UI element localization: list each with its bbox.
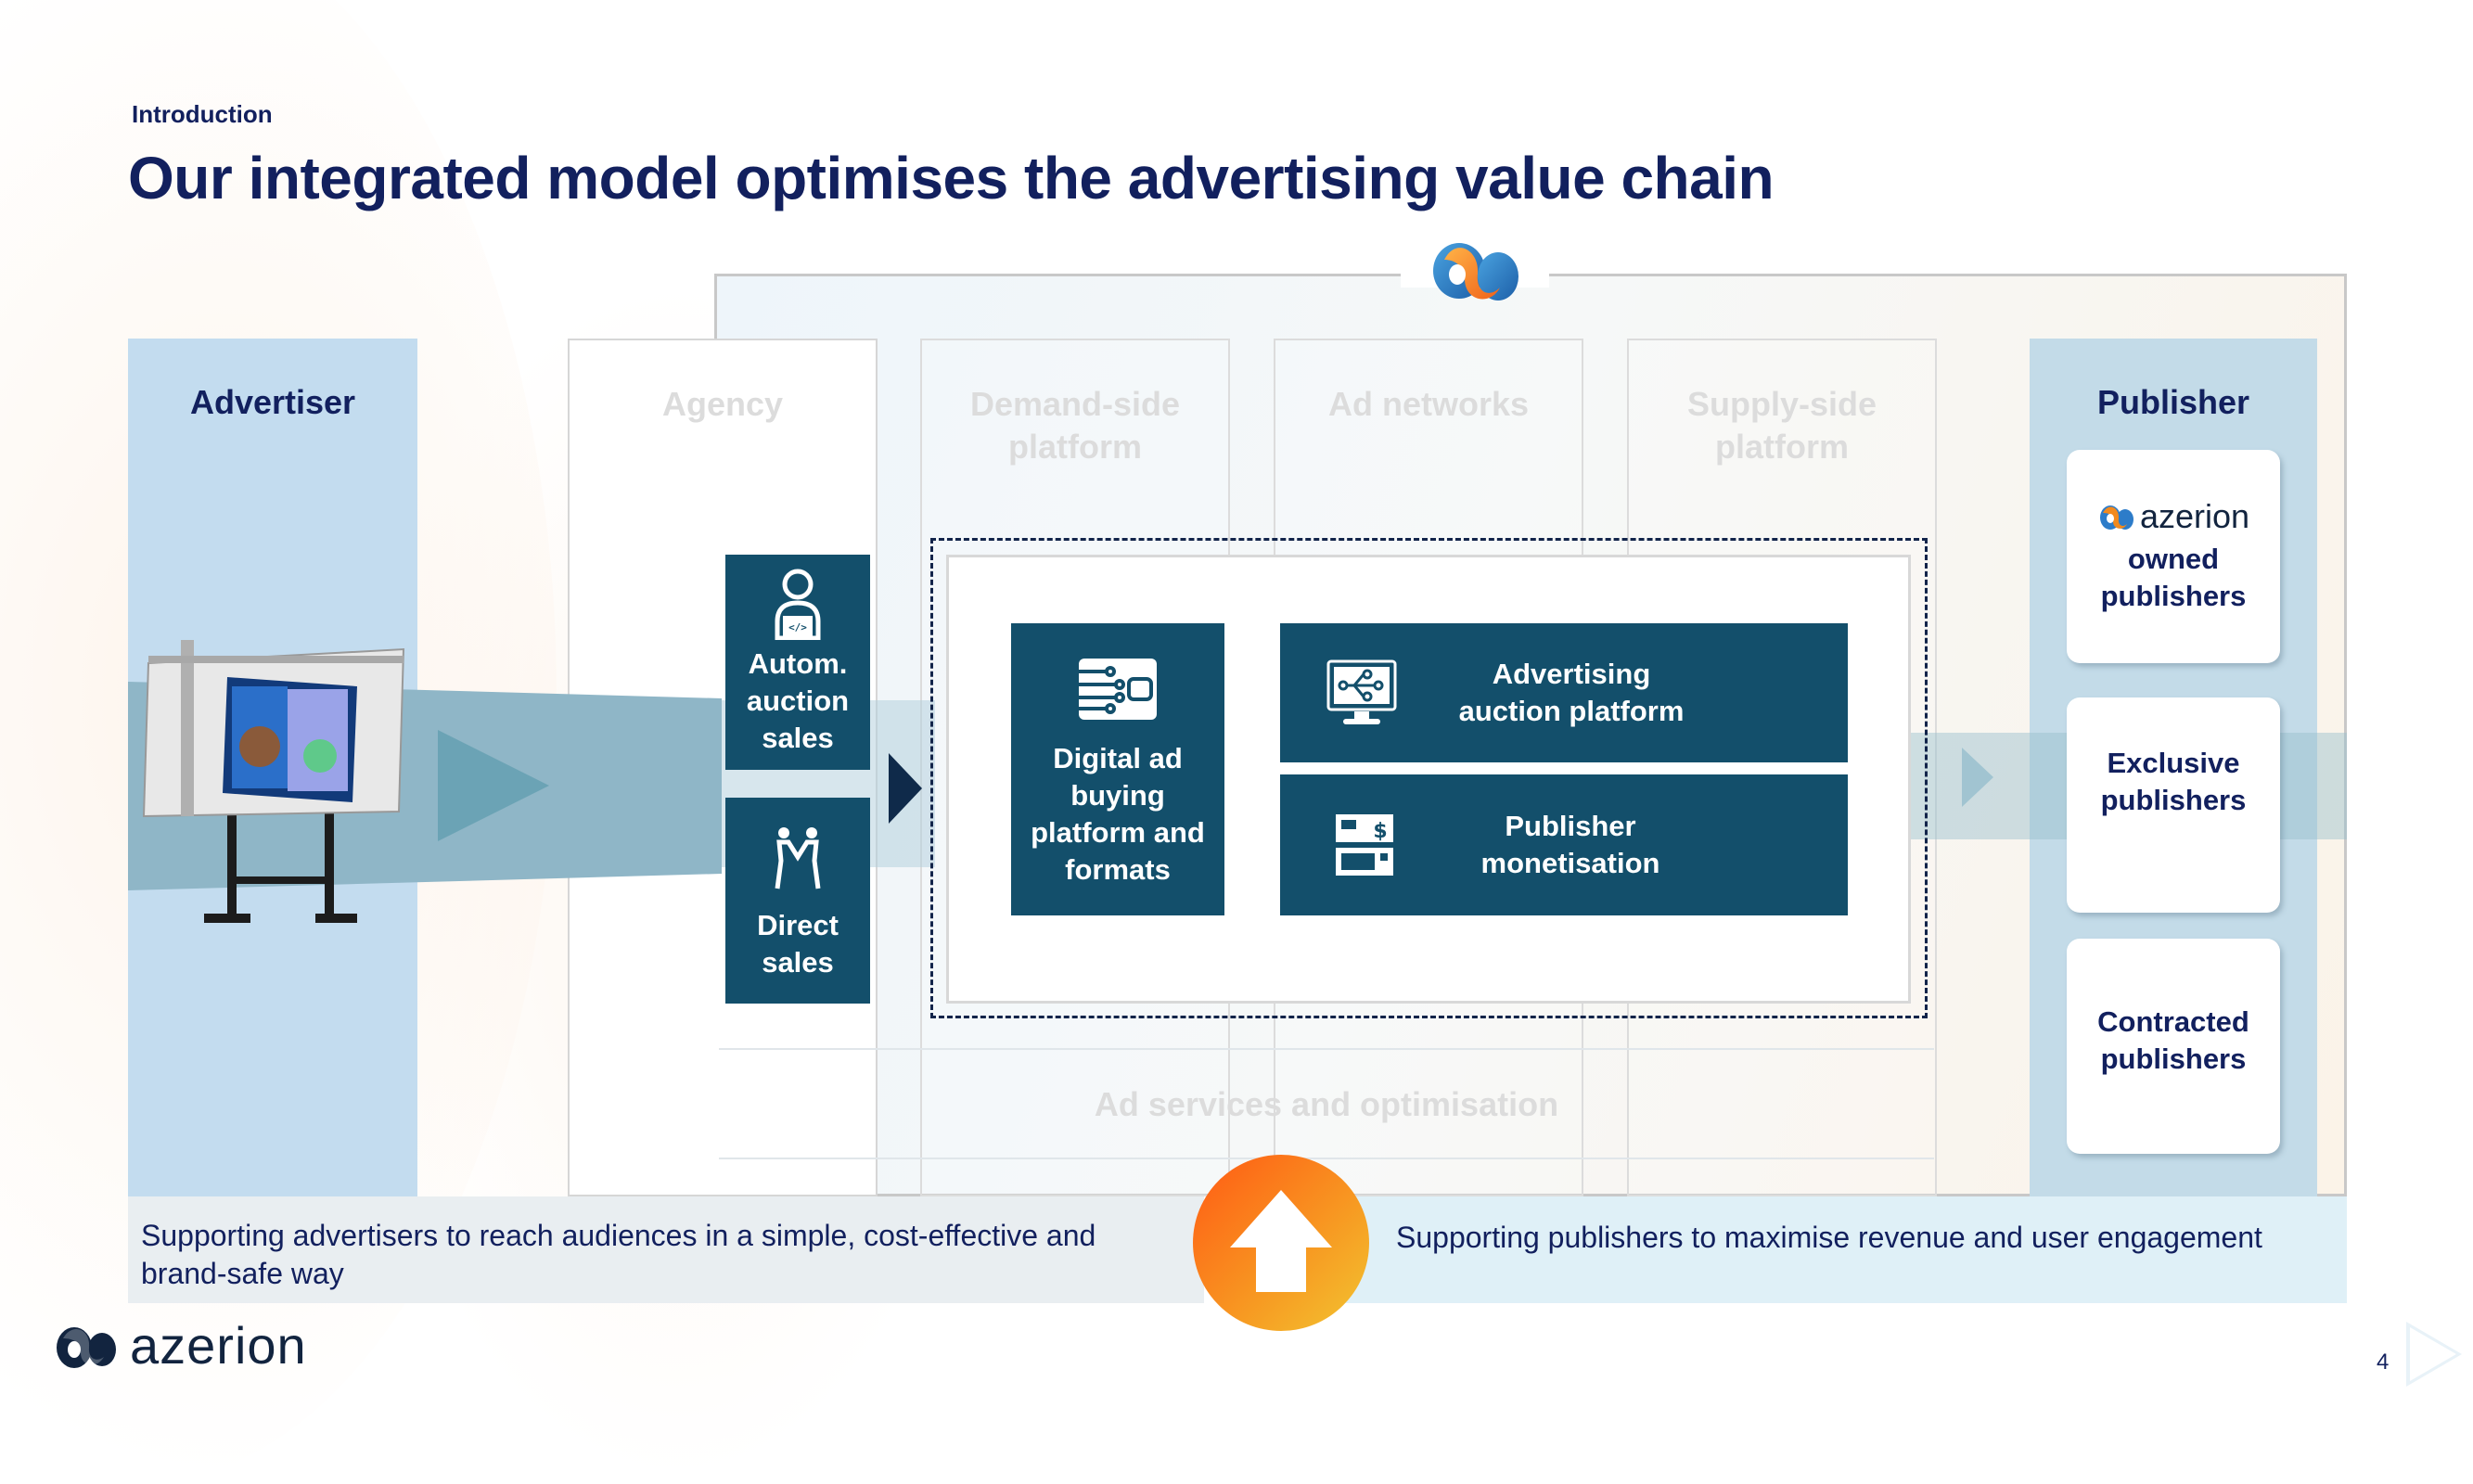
owned-publishers-card: azerion owned publishers: [2067, 450, 2280, 663]
digital-label-line3: platform and: [1031, 816, 1205, 849]
azerion-logo-icon: [2097, 502, 2134, 531]
ad-services-title: Ad services and optimisation: [1094, 1085, 1559, 1123]
publisher-benefit-text: Supporting publishers to maximise revenu…: [1396, 1221, 2262, 1254]
agency-title: Agency: [661, 385, 784, 423]
page-number: 4: [2377, 1350, 2390, 1375]
auction-label-line2: auction platform: [1458, 695, 1685, 727]
autom-auction-sales-box: </> Autom. auction sales: [725, 555, 870, 770]
circuit-chip-icon: [1079, 659, 1157, 720]
contracted-label-line2: publishers: [2100, 1043, 2247, 1075]
svg-text:$: $: [1373, 820, 1387, 843]
flow-arrow-icon: [438, 730, 549, 841]
owned-label-line1: owned: [2127, 543, 2220, 575]
dsp-title-line2: platform: [1008, 428, 1142, 466]
autom-label-line3: sales: [762, 722, 834, 754]
exclusive-publishers-card: Exclusive publishers: [2067, 697, 2280, 913]
exclusive-label-line2: publishers: [2100, 784, 2247, 816]
advertiser-benefit-banner: Supporting advertisers to reach audience…: [128, 1196, 1204, 1303]
direct-label-line1: Direct: [757, 909, 839, 941]
autom-label-line2: auction: [746, 684, 850, 717]
ssp-title-line2: platform: [1715, 428, 1849, 466]
monetisation-label-line1: Publisher: [1505, 810, 1636, 842]
advertiser-benefit-text: Supporting advertisers to reach audience…: [141, 1219, 1096, 1290]
dsp-title-line1: Demand-side: [969, 385, 1181, 423]
advertiser-title: Advertiser: [189, 383, 356, 421]
publisher-monetisation-box: $ Publisher monetisation: [1280, 774, 1848, 915]
direct-label-line2: sales: [762, 946, 834, 979]
footer-brand: azerion: [54, 1315, 307, 1375]
owned-brand-name: azerion: [2139, 497, 2250, 535]
digital-label-line4: formats: [1065, 853, 1171, 886]
arrow-up-icon: [1230, 1190, 1332, 1292]
digital-label-line1: Digital ad: [1053, 742, 1183, 774]
contracted-label-line1: Contracted: [2097, 1005, 2249, 1038]
flow-arrow-icon: [889, 753, 922, 824]
owned-label-line2: publishers: [2100, 580, 2247, 612]
autom-label-line1: Autom.: [748, 647, 848, 680]
handshake-people-icon: [770, 825, 826, 890]
exclusive-label-line1: Exclusive: [2107, 747, 2240, 779]
svg-text:</>: </>: [788, 621, 807, 633]
developer-laptop-icon: </>: [770, 566, 826, 641]
payment-terminal-icon: $: [1334, 812, 1395, 877]
publisher-benefit-banner: Supporting publishers to maximise revenu…: [1280, 1196, 2347, 1303]
advertising-auction-platform-box: Advertising auction platform: [1280, 623, 1848, 762]
azerion-wordmark: azerion: [2097, 498, 2249, 535]
digital-label-line2: buying: [1070, 779, 1165, 812]
auction-label-line1: Advertising: [1492, 658, 1651, 690]
monetisation-label-line2: monetisation: [1480, 847, 1660, 879]
azerion-logo-icon: [1424, 232, 1526, 306]
ad-networks-title: Ad networks: [1327, 385, 1530, 423]
digital-ad-buying-box: Digital ad buying platform and formats: [1011, 623, 1224, 915]
azerion-logo-icon: [54, 1322, 119, 1370]
advertiser-easel-image: [139, 635, 408, 937]
orange-circle: [1193, 1155, 1369, 1331]
section-kicker: Introduction: [132, 100, 273, 128]
contracted-publishers-card: Contracted publishers: [2067, 939, 2280, 1154]
publisher-title: Publisher: [2096, 383, 2250, 421]
slide-title: Our integrated model optimises the adver…: [128, 145, 1775, 211]
footer-brand-name: azerion: [130, 1316, 307, 1375]
flow-arrow-icon: [1962, 748, 1993, 807]
monitor-network-icon: [1326, 659, 1397, 726]
ad-services-row: Ad services and optimisation: [719, 1048, 1934, 1159]
ssp-title-line1: Supply-side: [1686, 385, 1877, 423]
next-slide-icon-inner: [2410, 1327, 2456, 1381]
direct-sales-box: Direct sales: [725, 798, 870, 1004]
